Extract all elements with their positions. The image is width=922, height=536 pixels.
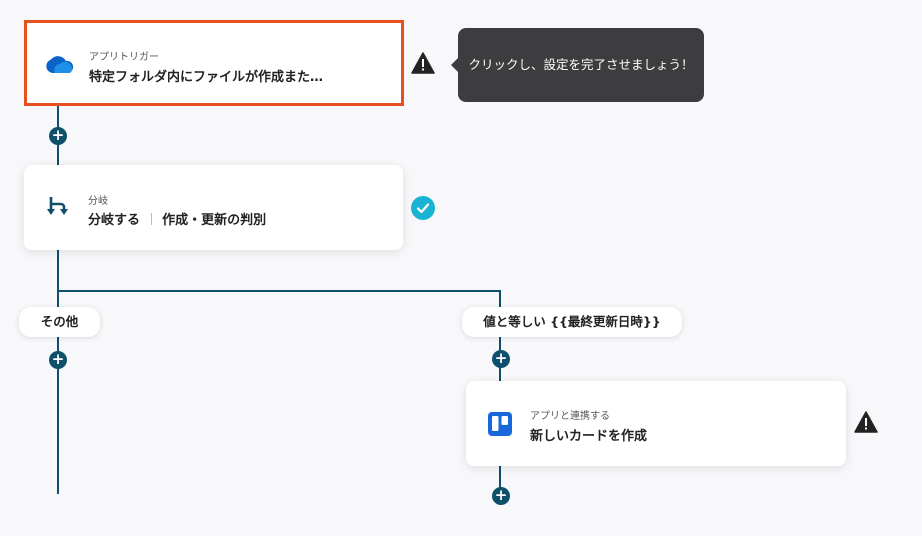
add-step-button-condition[interactable]: + [492,349,510,368]
add-step-button[interactable]: + [49,126,67,145]
connector-line-horizontal [57,290,501,292]
branch-label-other-text: その他 [40,314,79,329]
trigger-card[interactable]: アプリトリガー 特定フォルダ内にファイルが作成また… [24,20,404,106]
check-icon [411,196,435,220]
plus-icon: + [51,350,65,368]
plus-icon: + [494,486,508,504]
branch-title-divider [150,213,152,225]
action-sub-label: アプリと連携する [530,411,610,422]
add-step-button-other[interactable]: + [49,350,67,369]
branch-title-detail: 作成・更新の判別 [162,213,267,228]
warning-icon[interactable] [411,52,435,78]
branch-card[interactable]: 分岐 分岐する 作成・更新の判別 [24,165,403,250]
branch-title-main: 分岐する [88,213,141,228]
tooltip-text: クリックし、設定を完了させましょう！ [468,57,694,72]
trigger-title: 特定フォルダ内にファイルが作成また… [89,70,324,85]
warning-icon[interactable] [854,411,878,437]
connector-line-main-left [57,250,59,494]
branch-title: 分岐する 作成・更新の判別 [88,209,266,228]
branch-sub-label: 分岐 [88,196,108,207]
trigger-sub-label: アプリトリガー [89,52,159,63]
branch-label-other[interactable]: その他 [19,307,100,337]
plus-icon: + [51,126,65,144]
branch-label-condition[interactable]: 値と等しい {{最終更新日時}} [462,307,682,337]
trello-icon [488,412,512,440]
tooltip: クリックし、設定を完了させましょう！ [451,28,704,102]
action-card[interactable]: アプリと連携する 新しいカードを作成 [466,381,846,466]
onedrive-cloud-icon [44,56,74,78]
plus-icon: + [494,349,508,367]
branch-label-condition-text: 値と等しい {{最終更新日時}} [483,314,661,329]
action-title: 新しいカードを作成 [530,429,648,444]
add-step-button-after-action[interactable]: + [492,486,510,505]
branch-icon [46,195,70,223]
